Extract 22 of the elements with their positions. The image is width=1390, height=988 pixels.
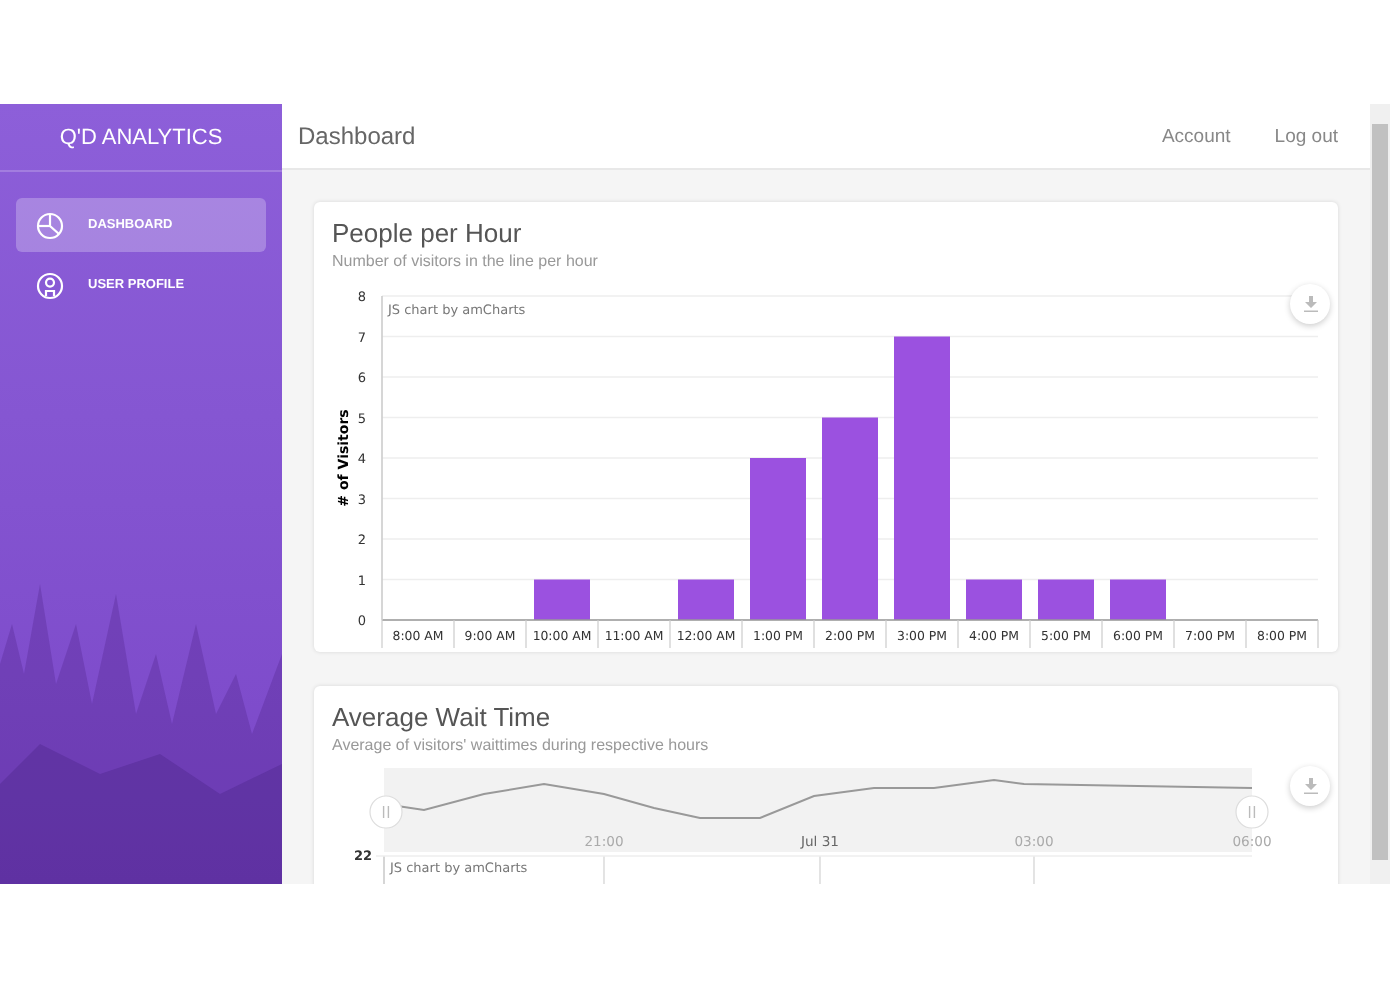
scrollbar-thumb[interactable] xyxy=(1372,124,1388,860)
nav-link[interactable]: Account xyxy=(1161,125,1231,147)
range-handle[interactable] xyxy=(1235,795,1269,829)
page-title: Dashboard xyxy=(298,122,418,150)
nav-link[interactable]: Log out xyxy=(1274,125,1338,147)
range-handle[interactable] xyxy=(369,795,403,829)
bar xyxy=(1110,579,1166,620)
scrollbar[interactable] xyxy=(1370,104,1390,884)
card-subtitle: Average of visitors' waittimes during respective hours xyxy=(332,734,711,758)
card-title: Average Wait Time xyxy=(332,702,553,734)
bar xyxy=(534,579,590,620)
card-subtitle: Number of visitors in the line per hour xyxy=(332,250,600,274)
download-icon xyxy=(1303,778,1317,794)
bar xyxy=(966,579,1022,620)
card-title: People per Hour xyxy=(332,218,524,250)
bar xyxy=(1038,579,1094,620)
download-button[interactable] xyxy=(1290,766,1330,806)
download-button[interactable] xyxy=(1290,284,1330,324)
bar xyxy=(678,579,734,620)
user-icon xyxy=(36,271,64,299)
download-icon xyxy=(1303,296,1317,312)
pie-chart-icon xyxy=(36,211,64,239)
